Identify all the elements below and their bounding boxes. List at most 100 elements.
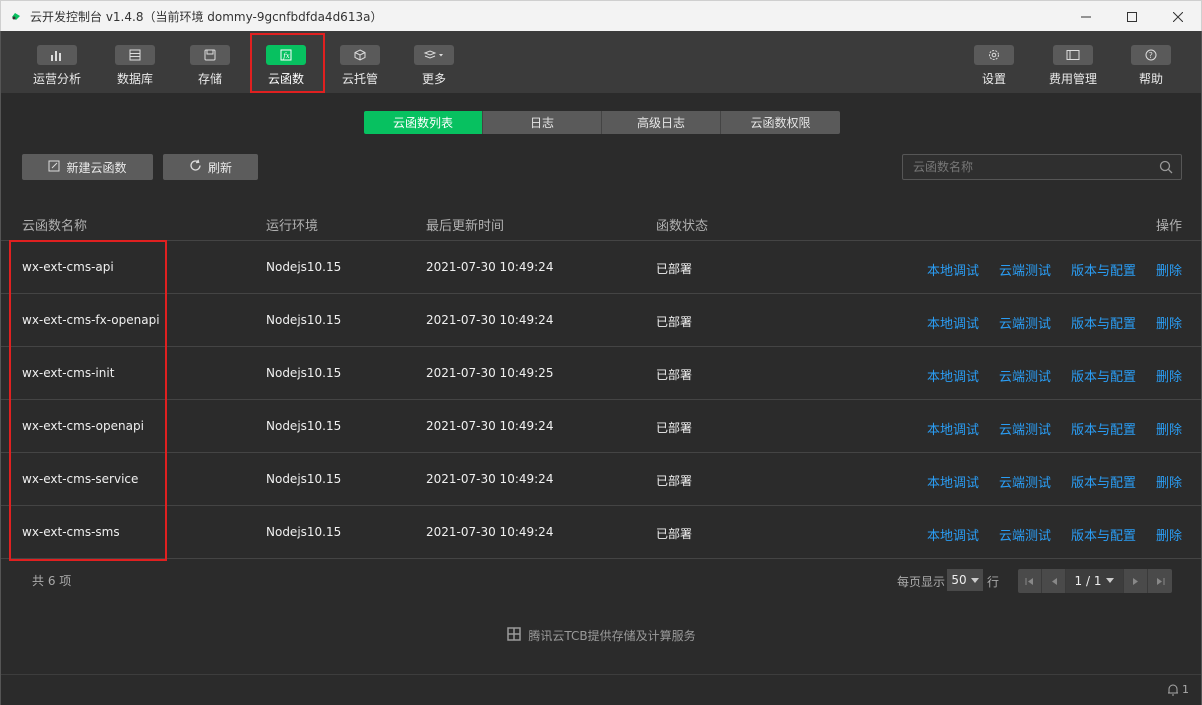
local-debug-link[interactable]: 本地调试 [927,472,979,491]
version-config-link[interactable]: 版本与配置 [1071,313,1136,332]
function-updated: 2021-07-30 10:49:24 [426,525,554,539]
local-debug-link[interactable]: 本地调试 [927,525,979,544]
version-config-link[interactable]: 版本与配置 [1071,366,1136,385]
tab-function-permissions[interactable]: 云函数权限 [721,111,840,134]
delete-link[interactable]: 删除 [1156,472,1182,491]
toolbar-billing[interactable]: 费用管理 [1046,31,1100,93]
app-logo-icon [10,10,22,22]
search-icon[interactable] [1159,160,1173,178]
cloud-test-link[interactable]: 云端测试 [999,313,1051,332]
local-debug-link[interactable]: 本地调试 [927,313,979,332]
first-page-icon[interactable] [1018,569,1042,593]
toolbar-label: 更多 [421,72,446,86]
header-updated: 最后更新时间 [426,219,505,234]
new-function-button[interactable]: 新建云函数 [22,154,153,180]
function-runtime: Nodejs10.15 [266,366,342,380]
function-status: 已部署 [656,474,693,488]
version-config-link[interactable]: 版本与配置 [1071,260,1136,279]
toolbar-label: 设置 [981,72,1006,86]
chevron-down-icon [970,573,979,587]
function-updated: 2021-07-30 10:49:24 [426,472,554,486]
header-name: 云函数名称 [22,219,88,234]
maximize-icon[interactable] [1109,1,1155,32]
per-page-label: 每页显示 [897,575,946,589]
window-titlebar: 云开发控制台 v1.4.8（当前环境 dommy-9gcnfbdfda4d613… [0,0,1202,31]
function-icon: fx [266,45,306,65]
local-debug-link[interactable]: 本地调试 [927,419,979,438]
delete-link[interactable]: 删除 [1156,260,1182,279]
toolbar-settings[interactable]: 设置 [974,31,1014,93]
function-updated: 2021-07-30 10:49:24 [426,260,554,274]
function-name: wx-ext-cms-fx-openapi [22,313,160,327]
cloud-test-link[interactable]: 云端测试 [999,419,1051,438]
prev-page-icon[interactable] [1042,569,1066,593]
local-debug-link[interactable]: 本地调试 [927,260,979,279]
search-input[interactable] [903,160,1143,174]
billing-icon [1053,45,1093,65]
function-runtime: Nodejs10.15 [266,419,342,433]
status-bar: 1 [1,674,1201,705]
function-status: 已部署 [656,421,693,435]
next-page-icon[interactable] [1124,569,1148,593]
page-select[interactable]: 1 / 1 [1066,569,1124,593]
delete-link[interactable]: 删除 [1156,313,1182,332]
toolbar-more[interactable]: 更多 [413,31,455,93]
toolbar-storage[interactable]: 存储 [187,31,233,93]
function-status: 已部署 [656,368,693,382]
toolbar-help[interactable]: ? 帮助 [1131,31,1171,93]
function-tabs: 云函数列表 日志 高级日志 云函数权限 [364,111,840,134]
header-ops: 操作 [1156,219,1183,234]
cloud-test-link[interactable]: 云端测试 [999,525,1051,544]
function-updated: 2021-07-30 10:49:24 [426,313,554,327]
tab-function-list[interactable]: 云函数列表 [364,111,483,134]
refresh-label: 刷新 [207,160,232,175]
toolbar-database[interactable]: 数据库 [109,31,161,93]
function-updated: 2021-07-30 10:49:25 [426,366,554,380]
version-config-link[interactable]: 版本与配置 [1071,419,1136,438]
total-count: 共 6 项 [32,574,72,588]
table-row: wx-ext-cms-fx-openapi Nodejs10.15 2021-0… [1,294,1201,347]
per-page-select[interactable]: 50 [947,569,983,591]
close-icon[interactable] [1155,1,1201,32]
delete-link[interactable]: 删除 [1156,366,1182,385]
toolbar-analytics[interactable]: 运营分析 [31,31,83,93]
toolbar-cloud-hosting[interactable]: 云托管 [337,31,383,93]
gear-icon [974,45,1014,65]
toolbar-label: 费用管理 [1048,72,1097,86]
edit-icon [48,160,60,175]
table-header: 云函数名称 运行环境 最后更新时间 函数状态 操作 [1,205,1201,241]
cloud-test-link[interactable]: 云端测试 [999,472,1051,491]
header-runtime: 运行环境 [266,219,319,234]
header-status: 函数状态 [656,219,709,234]
refresh-button[interactable]: 刷新 [163,154,258,180]
notification-count: 1 [1182,683,1189,696]
function-name: wx-ext-cms-init [22,366,115,380]
function-status: 已部署 [656,527,693,541]
notifications[interactable]: 1 [1167,683,1189,696]
minimize-icon[interactable] [1063,1,1109,32]
window-title: 云开发控制台 v1.4.8（当前环境 dommy-9gcnfbdfda4d613… [30,9,383,24]
bar-chart-icon [37,45,77,65]
table-row: wx-ext-cms-init Nodejs10.15 2021-07-30 1… [1,347,1201,400]
version-config-link[interactable]: 版本与配置 [1071,472,1136,491]
toolbar-label: 云托管 [341,72,378,86]
tab-advanced-logs[interactable]: 高级日志 [602,111,721,134]
function-runtime: Nodejs10.15 [266,313,342,327]
local-debug-link[interactable]: 本地调试 [927,366,979,385]
bell-icon [1168,684,1178,696]
version-config-link[interactable]: 版本与配置 [1071,525,1136,544]
function-status: 已部署 [656,262,693,276]
last-page-icon[interactable] [1148,569,1172,593]
toolbar-cloud-functions[interactable]: fx 云函数 [263,31,309,93]
delete-link[interactable]: 删除 [1156,419,1182,438]
toolbar-label: 云函数 [267,72,304,86]
tab-logs[interactable]: 日志 [483,111,602,134]
svg-text:?: ? [1149,51,1153,60]
per-page-value: 50 [951,573,967,587]
cloud-test-link[interactable]: 云端测试 [999,366,1051,385]
function-name: wx-ext-cms-openapi [22,419,144,433]
svg-text:fx: fx [282,52,290,60]
delete-link[interactable]: 删除 [1156,525,1182,544]
storage-icon [190,45,230,65]
cloud-test-link[interactable]: 云端测试 [999,260,1051,279]
